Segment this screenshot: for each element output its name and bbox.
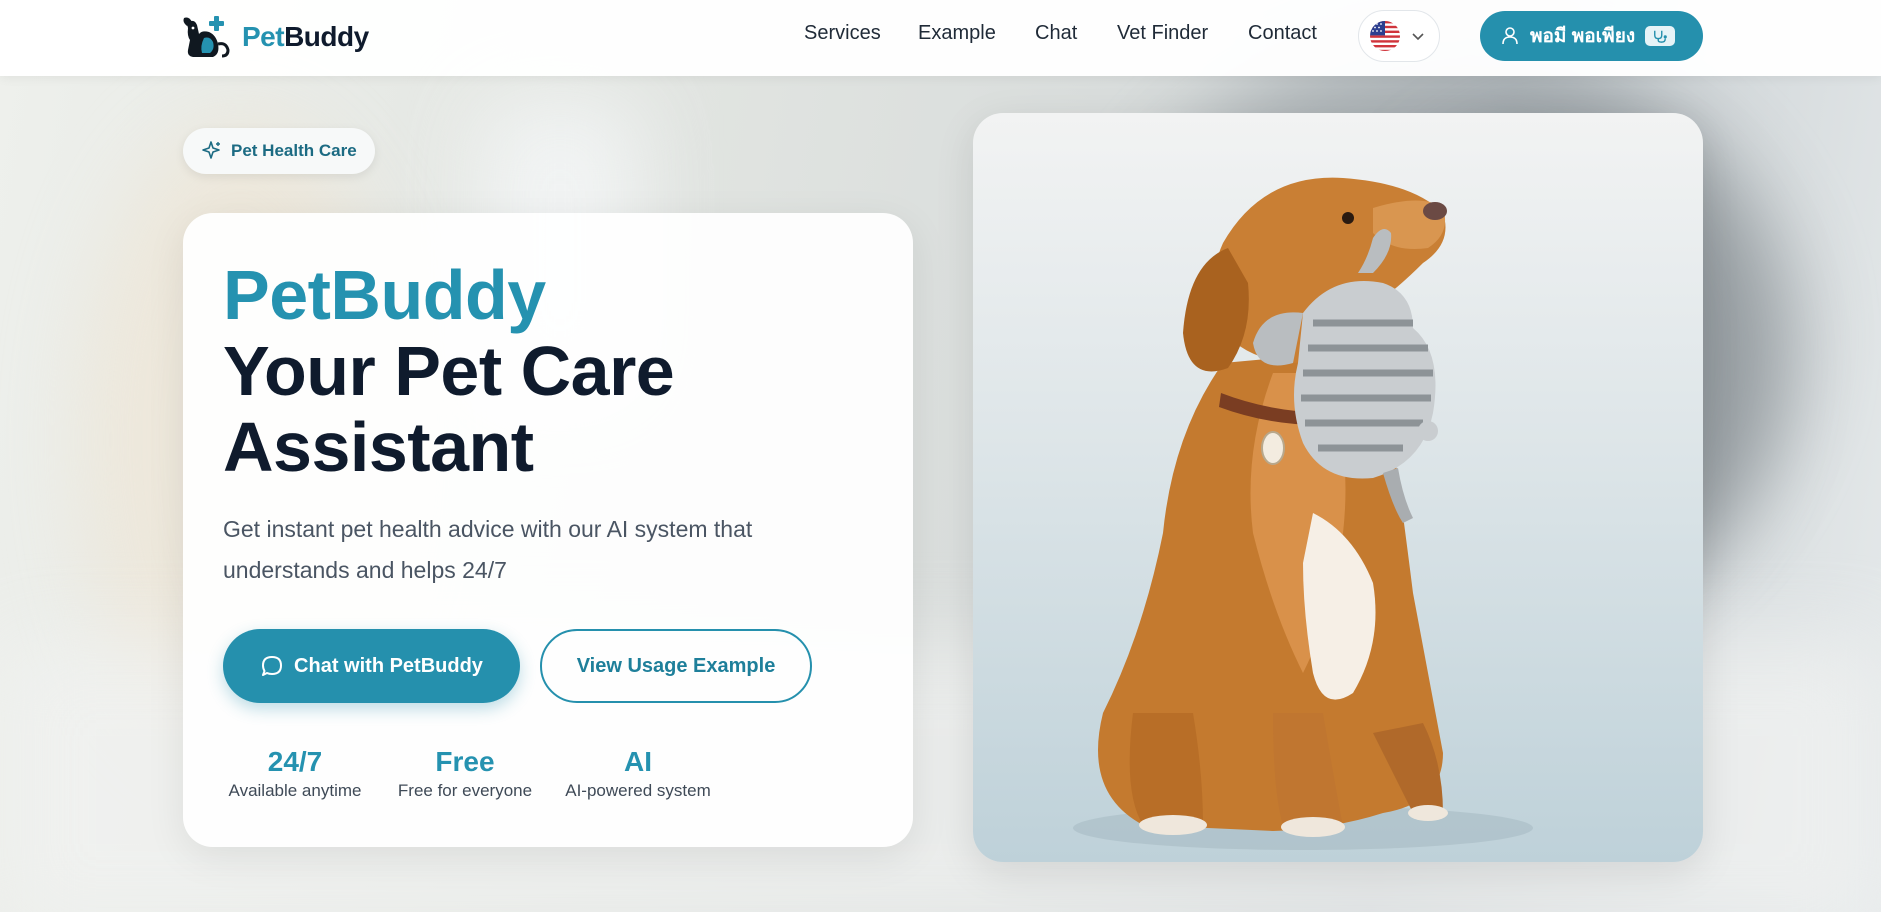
- stat-price: Free Free for everyone: [395, 745, 535, 803]
- hero-title-brand: PetBuddy: [223, 256, 546, 334]
- chat-with-petbuddy-button[interactable]: Chat with PetBuddy: [223, 629, 520, 703]
- user-profile-button[interactable]: พอมี พอเพียง: [1480, 11, 1703, 61]
- pet-health-care-badge: Pet Health Care: [183, 128, 375, 174]
- hero-title-line2: Assistant: [223, 408, 534, 486]
- user-name: พอมี พอเพียง: [1530, 26, 1636, 47]
- top-navbar: PetBuddy Services Example Chat Vet Finde…: [0, 0, 1881, 76]
- stat-value: 24/7: [267, 746, 323, 777]
- hero-card: PetBuddy Your Pet Care Assistant Get ins…: [183, 213, 913, 847]
- view-usage-example-button[interactable]: View Usage Example: [540, 629, 812, 703]
- nav-contact[interactable]: Contact: [1248, 22, 1317, 45]
- chat-button-label: Chat with PetBuddy: [294, 654, 483, 677]
- chat-bubble-icon: [262, 656, 283, 676]
- nav-chat[interactable]: Chat: [1035, 22, 1077, 45]
- stethoscope-icon: [1645, 26, 1676, 46]
- logo-text: PetBuddy: [242, 21, 369, 52]
- nav-vet-finder[interactable]: Vet Finder: [1117, 22, 1208, 45]
- badge-label: Pet Health Care: [231, 141, 357, 160]
- hero-description: Get instant pet health advice with our A…: [223, 516, 753, 583]
- dog-logo-icon: [183, 16, 230, 58]
- stat-ai: AI AI-powered system: [561, 745, 715, 803]
- user-icon: [1502, 27, 1518, 45]
- stat-availability: 24/7 Available anytime: [223, 745, 367, 803]
- chevron-down-icon: [1412, 33, 1424, 41]
- stat-value: AI: [624, 746, 652, 777]
- language-selector[interactable]: [1358, 10, 1440, 62]
- us-flag-icon: [1370, 21, 1400, 51]
- hero-dog-photo: [973, 113, 1703, 862]
- nav-services[interactable]: Services: [804, 22, 881, 45]
- stat-label: Free for everyone: [397, 781, 533, 800]
- nav-example[interactable]: Example: [918, 22, 996, 45]
- sparkle-icon: [202, 141, 220, 159]
- logo[interactable]: PetBuddy: [182, 14, 369, 60]
- stat-label: AI-powered system: [565, 781, 711, 800]
- hero-title-line1: Your Pet Care: [223, 332, 675, 410]
- stat-value: Free: [435, 746, 495, 777]
- stat-label: Available anytime: [228, 781, 362, 800]
- hero-title: PetBuddy Your Pet Care Assistant: [223, 256, 675, 486]
